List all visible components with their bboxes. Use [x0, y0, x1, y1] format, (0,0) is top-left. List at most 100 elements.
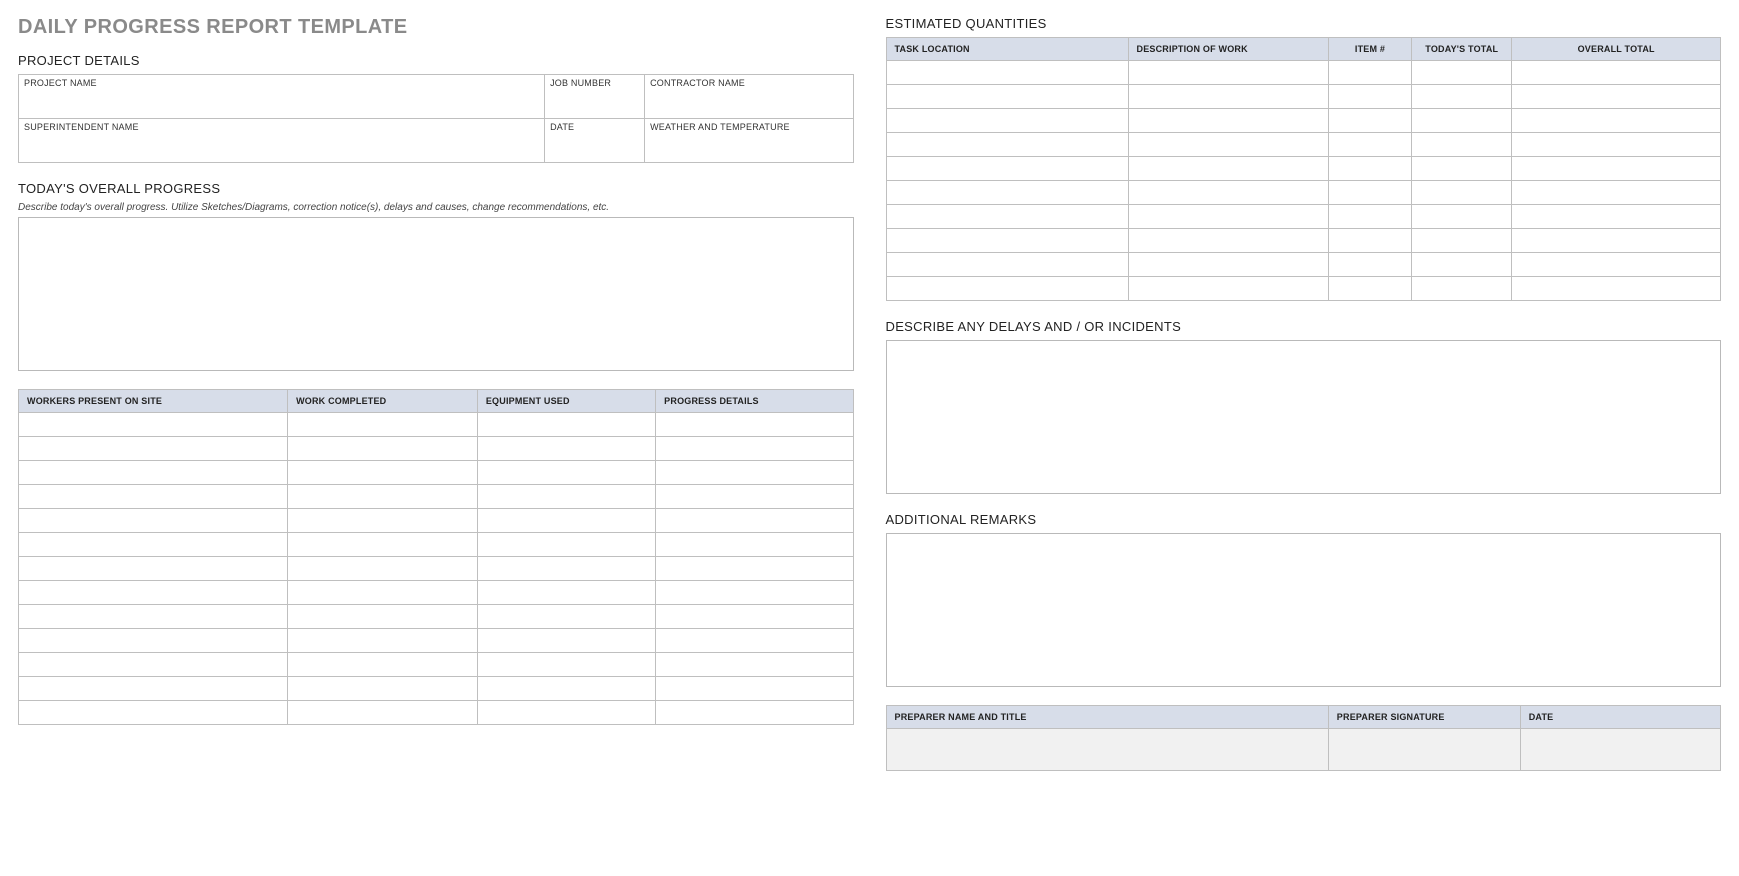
table-cell[interactable] — [656, 677, 853, 701]
table-cell[interactable] — [1412, 61, 1512, 85]
table-cell[interactable] — [19, 485, 288, 509]
table-cell[interactable] — [1412, 277, 1512, 301]
overall-progress-textbox[interactable] — [18, 217, 854, 371]
table-cell[interactable] — [477, 653, 655, 677]
table-cell[interactable] — [288, 413, 478, 437]
table-cell[interactable] — [1328, 277, 1411, 301]
table-cell[interactable] — [1512, 85, 1721, 109]
table-cell[interactable] — [477, 557, 655, 581]
table-cell[interactable] — [1412, 133, 1512, 157]
table-cell[interactable] — [19, 629, 288, 653]
table-cell[interactable] — [1412, 85, 1512, 109]
table-cell[interactable] — [477, 677, 655, 701]
table-cell[interactable] — [886, 205, 1128, 229]
table-cell[interactable] — [288, 629, 478, 653]
table-cell[interactable] — [19, 533, 288, 557]
table-cell[interactable] — [656, 437, 853, 461]
table-cell[interactable] — [1412, 181, 1512, 205]
value-job-number[interactable] — [545, 90, 644, 118]
table-cell[interactable] — [656, 605, 853, 629]
table-cell[interactable] — [1512, 277, 1721, 301]
table-cell[interactable] — [1128, 85, 1328, 109]
table-cell[interactable] — [19, 461, 288, 485]
table-cell[interactable] — [19, 437, 288, 461]
delays-textbox[interactable] — [886, 340, 1722, 494]
table-cell[interactable] — [19, 653, 288, 677]
table-cell[interactable] — [886, 277, 1128, 301]
table-cell[interactable] — [288, 509, 478, 533]
table-cell[interactable] — [19, 701, 288, 725]
table-cell[interactable] — [477, 509, 655, 533]
table-cell[interactable] — [656, 533, 853, 557]
table-cell[interactable] — [1512, 157, 1721, 181]
value-preparer-signature[interactable] — [1328, 729, 1520, 771]
table-cell[interactable] — [1128, 253, 1328, 277]
table-cell[interactable] — [886, 157, 1128, 181]
value-date[interactable] — [545, 134, 644, 162]
table-cell[interactable] — [1412, 157, 1512, 181]
value-superintendent[interactable] — [19, 134, 544, 162]
table-cell[interactable] — [656, 701, 853, 725]
table-cell[interactable] — [19, 509, 288, 533]
table-cell[interactable] — [886, 85, 1128, 109]
table-cell[interactable] — [1512, 133, 1721, 157]
table-cell[interactable] — [656, 509, 853, 533]
value-signature-date[interactable] — [1520, 729, 1720, 771]
table-cell[interactable] — [1412, 205, 1512, 229]
table-cell[interactable] — [1328, 61, 1411, 85]
table-cell[interactable] — [656, 461, 853, 485]
table-cell[interactable] — [19, 677, 288, 701]
table-cell[interactable] — [288, 533, 478, 557]
table-cell[interactable] — [1128, 181, 1328, 205]
table-cell[interactable] — [477, 605, 655, 629]
table-cell[interactable] — [1128, 205, 1328, 229]
table-cell[interactable] — [19, 413, 288, 437]
value-contractor[interactable] — [645, 90, 852, 118]
table-cell[interactable] — [1512, 253, 1721, 277]
table-cell[interactable] — [288, 485, 478, 509]
table-cell[interactable] — [1512, 181, 1721, 205]
table-cell[interactable] — [477, 701, 655, 725]
table-cell[interactable] — [19, 581, 288, 605]
table-cell[interactable] — [477, 461, 655, 485]
table-cell[interactable] — [288, 605, 478, 629]
table-cell[interactable] — [1412, 109, 1512, 133]
table-cell[interactable] — [1328, 229, 1411, 253]
table-cell[interactable] — [656, 653, 853, 677]
table-cell[interactable] — [656, 581, 853, 605]
value-weather[interactable] — [645, 134, 852, 162]
table-cell[interactable] — [1512, 205, 1721, 229]
table-cell[interactable] — [288, 701, 478, 725]
value-preparer-name[interactable] — [886, 729, 1328, 771]
table-cell[interactable] — [288, 653, 478, 677]
table-cell[interactable] — [1328, 253, 1411, 277]
table-cell[interactable] — [477, 629, 655, 653]
table-cell[interactable] — [1412, 253, 1512, 277]
table-cell[interactable] — [477, 437, 655, 461]
table-cell[interactable] — [656, 485, 853, 509]
table-cell[interactable] — [1328, 181, 1411, 205]
table-cell[interactable] — [1412, 229, 1512, 253]
table-cell[interactable] — [656, 557, 853, 581]
table-cell[interactable] — [656, 413, 853, 437]
table-cell[interactable] — [1328, 85, 1411, 109]
table-cell[interactable] — [1128, 61, 1328, 85]
value-project-name[interactable] — [19, 90, 544, 118]
table-cell[interactable] — [1328, 133, 1411, 157]
table-cell[interactable] — [288, 557, 478, 581]
table-cell[interactable] — [1128, 277, 1328, 301]
table-cell[interactable] — [886, 181, 1128, 205]
table-cell[interactable] — [477, 533, 655, 557]
table-cell[interactable] — [1128, 229, 1328, 253]
table-cell[interactable] — [886, 109, 1128, 133]
table-cell[interactable] — [1128, 157, 1328, 181]
table-cell[interactable] — [19, 605, 288, 629]
table-cell[interactable] — [1128, 133, 1328, 157]
remarks-textbox[interactable] — [886, 533, 1722, 687]
table-cell[interactable] — [19, 557, 288, 581]
table-cell[interactable] — [1328, 109, 1411, 133]
table-cell[interactable] — [1512, 61, 1721, 85]
table-cell[interactable] — [288, 677, 478, 701]
table-cell[interactable] — [1512, 229, 1721, 253]
table-cell[interactable] — [288, 581, 478, 605]
